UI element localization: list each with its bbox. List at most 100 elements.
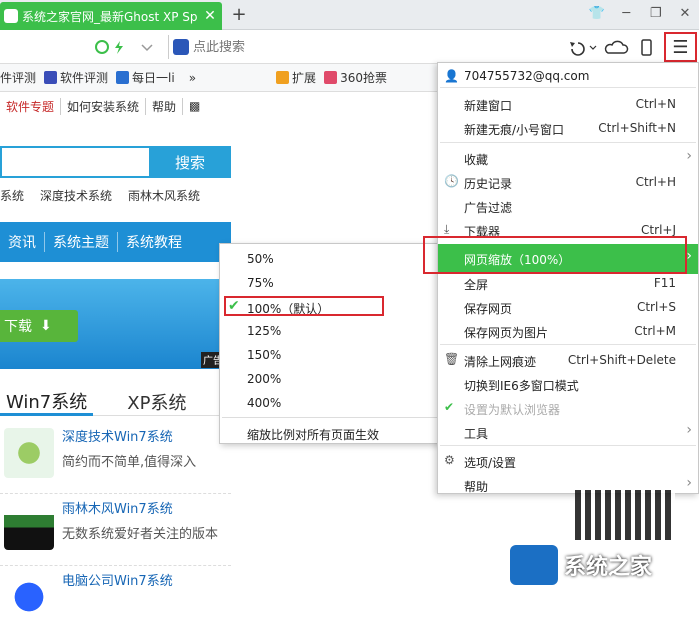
site-top-nav: 软件专题 如何安装系统 帮助 ▩ xyxy=(0,93,206,119)
search-box[interactable] xyxy=(168,35,552,59)
down-arrow-icon: ⬇ xyxy=(40,318,52,334)
extensions-icon xyxy=(276,71,290,84)
menu-divider xyxy=(222,417,438,418)
lightning-icon xyxy=(115,41,123,54)
item-desc: 简约而不简单,值得深入 xyxy=(62,455,197,470)
window-controls: 👕 ─ ❐ ✕ xyxy=(586,6,696,24)
menu-settings[interactable]: 选项/设置 xyxy=(464,454,516,471)
bookmark-item[interactable]: 软件评测 xyxy=(44,69,108,86)
list-item[interactable]: 电脑公司Win7系统 xyxy=(0,568,231,638)
skin-icon[interactable]: 👕 xyxy=(586,6,608,24)
menu-save-page[interactable]: 保存网页 xyxy=(464,300,512,317)
clock-icon: 🕓 xyxy=(444,174,459,188)
zoom-option-50[interactable]: 50% xyxy=(247,252,274,266)
baidu-paw-icon xyxy=(173,39,189,55)
menu-fullscreen[interactable]: 全屏 xyxy=(464,276,488,293)
menu-tools[interactable]: 工具 xyxy=(464,425,488,442)
zoom-option-125[interactable]: 125% xyxy=(247,324,281,338)
account-email[interactable]: 704755732@qq.com xyxy=(464,69,589,83)
nav-link[interactable]: 如何安装系统 xyxy=(61,97,147,115)
address-bar-icons xyxy=(94,39,166,55)
chevron-right-icon: › xyxy=(686,422,692,438)
gear-icon: ⚙ xyxy=(444,453,455,467)
site-category-nav: 资讯 系统主题 系统教程 xyxy=(0,222,231,262)
menu-divider xyxy=(440,344,696,345)
bookmark-item[interactable]: 每日一li xyxy=(116,69,175,86)
bookmarks-overflow[interactable]: » xyxy=(189,71,196,85)
bookmark-item[interactable]: 360抢票 xyxy=(324,69,387,86)
minimize-icon[interactable]: ─ xyxy=(615,6,637,24)
download-icon: ⤓ xyxy=(444,222,450,236)
os-tabs: Win7系统 XP系统 xyxy=(0,388,231,416)
tab-close-icon[interactable]: ✕ xyxy=(202,8,218,24)
list-item[interactable]: 雨林木风Win7系统 无数系统爱好者关注的版本 xyxy=(0,496,231,566)
check-icon: ✔ xyxy=(444,400,455,414)
menu-new-incognito[interactable]: 新建无痕/小号窗口 xyxy=(464,121,564,138)
tab-xp[interactable]: XP系统 xyxy=(127,389,186,415)
menu-new-window[interactable]: 新建窗口 xyxy=(464,97,512,114)
site-link[interactable]: 系统 xyxy=(0,187,24,204)
chevron-right-icon: › xyxy=(686,248,692,264)
item-title[interactable]: 雨林木风Win7系统 xyxy=(62,498,218,517)
extensions-button[interactable]: 扩展 xyxy=(276,69,316,86)
category-link[interactable]: 系统教程 xyxy=(118,232,190,252)
maximize-icon[interactable]: ❐ xyxy=(645,6,667,24)
shortcut-label: Ctrl+Shift+Delete xyxy=(567,353,676,367)
menu-history[interactable]: 历史记录 xyxy=(464,175,512,192)
nav-link[interactable]: 软件专题 xyxy=(0,97,62,115)
menu-adblock[interactable]: 广告过滤 xyxy=(464,199,512,216)
chevron-right-icon: › xyxy=(686,475,692,491)
thumbnail xyxy=(4,500,54,550)
qr-small-icon: ▩ xyxy=(189,99,201,113)
bookmark-item[interactable]: 件评测 xyxy=(0,69,36,86)
site-search-button[interactable]: 搜索 xyxy=(149,146,231,178)
qr-code xyxy=(575,490,675,540)
zoom-option-150[interactable]: 150% xyxy=(247,348,281,362)
menu-favorites[interactable]: 收藏 xyxy=(464,151,488,168)
zoom-option-75[interactable]: 75% xyxy=(247,276,274,290)
item-title[interactable]: 电脑公司Win7系统 xyxy=(62,570,173,589)
tab-win7[interactable]: Win7系统 xyxy=(0,388,94,416)
trash-icon: 🗑 xyxy=(444,352,460,366)
zoom-submenu: 50% 75% ✔ 100%（默认） 125% 150% 200% 400% 缩… xyxy=(219,243,440,444)
bookmark-icon xyxy=(324,71,338,84)
site-search-input[interactable] xyxy=(0,146,150,178)
menu-save-image[interactable]: 保存网页为图片 xyxy=(464,324,548,341)
shortcut-label: Ctrl+J xyxy=(641,223,676,237)
tab-active[interactable]: 系统之家官网_最新Ghost XP Sp ✕ xyxy=(0,2,222,30)
main-menu-button[interactable]: ☰ xyxy=(664,32,697,62)
shortcut-label: F11 xyxy=(653,276,676,290)
zoom-option-400[interactable]: 400% xyxy=(247,396,281,410)
shortcut-label: Ctrl+Shift+N xyxy=(598,121,676,135)
shortcut-label: Ctrl+N xyxy=(635,97,676,111)
nav-link[interactable]: 帮助 xyxy=(146,97,184,115)
list-item[interactable]: 深度技术Win7系统 简约而不简单,值得深入 xyxy=(0,424,231,494)
category-link[interactable]: 资讯 xyxy=(0,232,45,252)
site-link[interactable]: 雨林木风系统 xyxy=(128,187,200,204)
tab-title: 系统之家官网_最新Ghost XP Sp xyxy=(22,9,198,24)
menu-help[interactable]: 帮助 xyxy=(464,478,488,495)
undo-icon xyxy=(571,42,585,56)
zoom-apply-all[interactable]: 缩放比例对所有页面生效 xyxy=(247,426,379,443)
bookmark-icon xyxy=(44,71,58,84)
close-window-icon[interactable]: ✕ xyxy=(674,6,696,24)
site-link[interactable]: 深度技术系统 xyxy=(40,187,112,204)
menu-clear-traces[interactable]: 清除上网痕迹 xyxy=(464,353,536,370)
main-menu: 👤 704755732@qq.com 新建窗口 Ctrl+N 新建无痕/小号窗口… xyxy=(437,62,699,494)
zoom-option-200[interactable]: 200% xyxy=(247,372,281,386)
bookmark-icon xyxy=(116,71,130,84)
menu-divider xyxy=(440,142,696,143)
user-icon: 👤 xyxy=(444,69,459,83)
cloud-icon xyxy=(604,40,629,54)
hamburger-icon: ☰ xyxy=(672,36,689,58)
thumbnail xyxy=(4,572,54,622)
menu-set-default: 设置为默认浏览器 xyxy=(464,403,561,417)
new-tab-button[interactable]: + xyxy=(229,4,249,26)
menu-ie6-mode[interactable]: 切换到IE6多窗口模式 xyxy=(464,377,579,394)
download-button[interactable]: 下载 ⬇ xyxy=(0,310,78,342)
shortcut-label: Ctrl+S xyxy=(636,300,676,314)
search-input[interactable] xyxy=(193,39,523,55)
category-link[interactable]: 系统主题 xyxy=(45,232,118,252)
item-title[interactable]: 深度技术Win7系统 xyxy=(62,426,196,445)
zoom-selected-highlight xyxy=(224,296,384,316)
